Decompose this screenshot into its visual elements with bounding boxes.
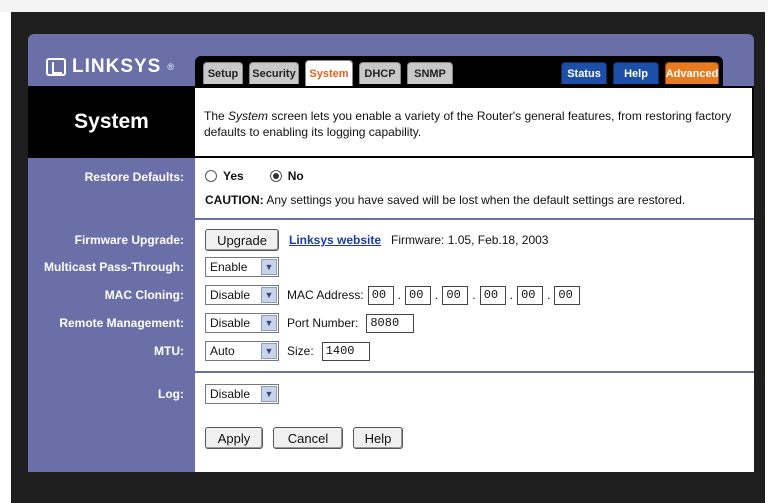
mac-cloning-select[interactable]: Disable ▼ xyxy=(205,285,279,305)
mac-address-label: MAC Address: xyxy=(287,288,364,302)
divider xyxy=(195,371,754,373)
page-description: The System screen lets you enable a vari… xyxy=(195,86,754,158)
log-label: Log: xyxy=(158,387,184,401)
restore-no-radio[interactable] xyxy=(269,170,282,182)
apply-button[interactable]: Apply xyxy=(205,427,263,449)
mac-octet-4[interactable]: 00 xyxy=(479,285,506,305)
multicast-value: Enable xyxy=(210,260,248,274)
page-frame: LINKSYS ® Setup Security System DHCP SNM… xyxy=(0,0,768,503)
restore-defaults-label: Restore Defaults: xyxy=(84,170,184,184)
top-strip xyxy=(0,0,768,12)
firmware-upgrade-label: Firmware Upgrade: xyxy=(74,233,184,247)
tab-status[interactable]: Status xyxy=(561,62,607,84)
caution-prefix: CAUTION: xyxy=(205,193,264,207)
upgrade-button[interactable]: Upgrade xyxy=(205,229,279,251)
mac-cloning-row: Disable ▼ MAC Address: 00. 00. 00. 00. 0… xyxy=(205,285,581,305)
log-select[interactable]: Disable ▼ xyxy=(205,384,279,404)
restore-defaults-options: Yes No xyxy=(205,169,304,183)
tab-help[interactable]: Help xyxy=(613,62,659,84)
mtu-select[interactable]: Auto ▼ xyxy=(205,341,279,361)
multicast-row: Enable ▼ xyxy=(205,257,279,277)
firmware-version: Firmware: 1.05, Feb.18, 2003 xyxy=(391,233,549,247)
divider xyxy=(195,218,754,220)
remote-management-value: Disable xyxy=(210,316,251,330)
log-value: Disable xyxy=(210,387,251,401)
action-buttons: Apply Cancel Help xyxy=(205,427,403,449)
description-pre: The xyxy=(204,109,229,123)
port-number-label: Port Number: xyxy=(287,316,359,330)
chevron-down-icon: ▼ xyxy=(261,315,277,331)
logo-text: LINKSYS xyxy=(72,56,162,77)
remote-management-label: Remote Management: xyxy=(59,316,184,330)
caution-message: CAUTION: Any settings you have saved wil… xyxy=(205,193,685,207)
mac-octet-6[interactable]: 00 xyxy=(554,285,581,305)
firmware-row: Upgrade Linksys website Firmware: 1.05, … xyxy=(205,229,548,251)
mac-octet-3[interactable]: 00 xyxy=(442,285,469,305)
page-title: System xyxy=(28,86,195,158)
chevron-down-icon: ▼ xyxy=(261,343,277,359)
linksys-logo: LINKSYS ® xyxy=(46,56,174,78)
mac-cloning-label: MAC Cloning: xyxy=(104,288,184,302)
linksys-website-link[interactable]: Linksys website xyxy=(289,233,381,247)
remote-management-select[interactable]: Disable ▼ xyxy=(205,313,279,333)
port-number-input[interactable]: 8080 xyxy=(366,313,415,333)
mtu-size-input[interactable]: 1400 xyxy=(321,341,370,361)
description-post: screen lets you enable a variety of the … xyxy=(204,109,732,139)
mac-cloning-value: Disable xyxy=(210,288,251,302)
mtu-row: Auto ▼ Size: 1400 xyxy=(205,341,370,361)
restore-no-label: No xyxy=(287,169,304,183)
mac-octet-1[interactable]: 00 xyxy=(367,285,394,305)
tab-snmp[interactable]: SNMP xyxy=(407,62,453,84)
mtu-size-label: Size: xyxy=(287,344,314,358)
tab-advanced[interactable]: Advanced xyxy=(665,62,719,84)
log-row: Disable ▼ xyxy=(205,384,279,404)
chevron-down-icon: ▼ xyxy=(261,386,277,402)
footer-bar xyxy=(28,472,754,503)
mtu-label: MTU: xyxy=(154,344,184,358)
restore-yes-radio[interactable] xyxy=(205,170,217,182)
multicast-select[interactable]: Enable ▼ xyxy=(205,257,279,277)
multicast-label: Multicast Pass-Through: xyxy=(43,260,184,274)
tab-dhcp[interactable]: DHCP xyxy=(359,62,401,84)
chevron-down-icon: ▼ xyxy=(261,259,277,275)
chevron-down-icon: ▼ xyxy=(261,287,277,303)
restore-yes-label: Yes xyxy=(223,169,244,183)
cancel-button[interactable]: Cancel xyxy=(273,427,343,449)
label-column xyxy=(28,158,195,472)
logo-registered-mark: ® xyxy=(167,62,174,72)
remote-management-row: Disable ▼ Port Number: 8080 xyxy=(205,313,415,333)
tab-setup[interactable]: Setup xyxy=(203,62,243,84)
help-button[interactable]: Help xyxy=(353,427,403,449)
tab-security[interactable]: Security xyxy=(249,62,299,84)
mac-octet-5[interactable]: 00 xyxy=(517,285,544,305)
linksys-logo-icon xyxy=(46,58,66,76)
tab-system[interactable]: System xyxy=(305,60,353,86)
caution-text: Any settings you have saved will be lost… xyxy=(263,193,686,207)
mtu-value: Auto xyxy=(210,344,235,358)
mac-octet-2[interactable]: 00 xyxy=(405,285,432,305)
description-em: System xyxy=(228,109,269,123)
